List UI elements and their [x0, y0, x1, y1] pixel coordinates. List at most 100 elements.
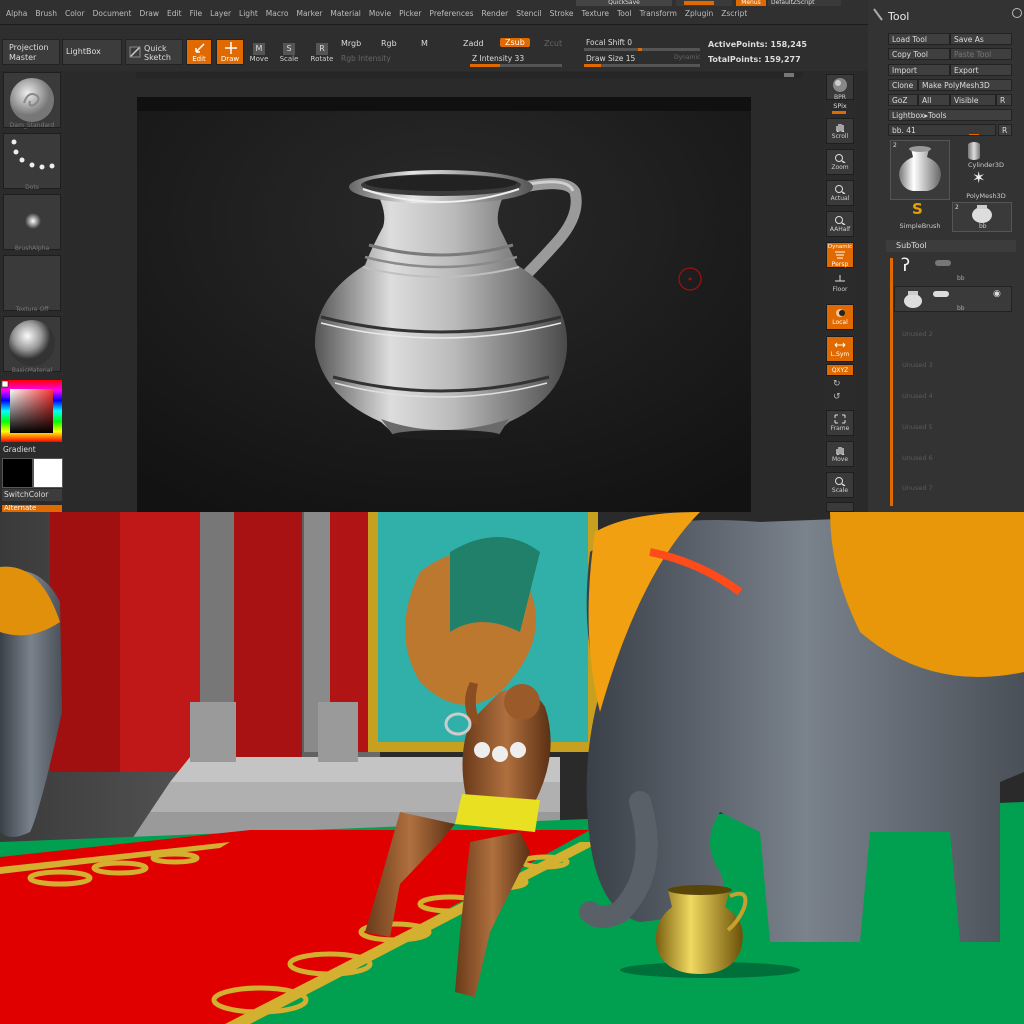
tool-slider[interactable]: bb. 41	[888, 124, 996, 136]
projection-master-button[interactable]: Projection Master	[2, 39, 60, 65]
tool-r-button[interactable]: R	[998, 124, 1012, 136]
scroll-button[interactable]: Scroll	[826, 118, 854, 144]
rotate-y-icon[interactable]: ↻	[833, 379, 841, 389]
subtool-eye-icon[interactable]: ◉	[993, 289, 1001, 299]
menu-item-marker[interactable]: Marker	[292, 9, 326, 18]
mrgb-button[interactable]: Mrgb	[341, 39, 361, 48]
move-button[interactable]: M Move	[248, 43, 270, 63]
polymesh-star-icon[interactable]: ✶	[972, 170, 985, 186]
menu-item-material[interactable]: Material	[326, 9, 364, 18]
document-scrollbar[interactable]	[136, 72, 802, 78]
goz-button[interactable]: GoZ	[888, 94, 918, 106]
quick-sketch-button[interactable]: Quick Sketch	[125, 39, 183, 65]
gradient-label[interactable]: Gradient	[3, 445, 36, 454]
cylinder-thumb-icon[interactable]	[968, 142, 980, 160]
rotate-button[interactable]: R Rotate	[310, 43, 334, 63]
save-as-button[interactable]: Save As	[950, 33, 1012, 45]
goz-r-button[interactable]: R	[996, 94, 1012, 106]
paste-tool-button[interactable]: Paste Tool	[950, 48, 1012, 60]
menu-item-file[interactable]: File	[186, 9, 207, 18]
bpr-button[interactable]: BPR	[826, 74, 854, 101]
menu-item-brush[interactable]: Brush	[31, 9, 61, 18]
quicksave-button[interactable]: QuickSave	[576, 0, 672, 6]
rgb-intensity-slider[interactable]: Rgb Intensity	[341, 54, 391, 63]
spix-slider[interactable]	[832, 111, 846, 114]
menu-item-movie[interactable]: Movie	[365, 9, 395, 18]
m-button[interactable]: M	[421, 39, 428, 48]
document-canvas[interactable]	[137, 97, 751, 512]
scale-button[interactable]: S Scale	[278, 43, 300, 63]
persp-button[interactable]: Dynamic Persp	[826, 242, 854, 268]
menu-item-picker[interactable]: Picker	[395, 9, 425, 18]
subtool-header[interactable]: SubTool	[886, 240, 1016, 252]
clone-button[interactable]: Clone	[888, 79, 918, 91]
draw-button[interactable]: Draw	[216, 39, 244, 65]
subtool-item-bb[interactable]: ◉ bb	[894, 286, 1012, 312]
zadd-button[interactable]: Zadd	[463, 39, 484, 48]
focal-shift-slider[interactable]	[584, 48, 700, 51]
menu-item-macro[interactable]: Macro	[262, 9, 293, 18]
make-polymesh-button[interactable]: Make PolyMesh3D	[918, 79, 1012, 91]
secondary-color-swatch[interactable]	[2, 458, 33, 488]
menu-item-texture[interactable]: Texture	[578, 9, 613, 18]
menu-item-zplugin[interactable]: Zplugin	[681, 9, 717, 18]
menus-button[interactable]: Menus	[736, 0, 766, 6]
menu-item-edit[interactable]: Edit	[163, 9, 186, 18]
subtool-item-hook[interactable]: ʔ bb	[894, 255, 1012, 282]
switch-color-button[interactable]: SwitchColor	[2, 489, 62, 501]
document-scroll-thumb[interactable]	[784, 73, 794, 77]
color-picker[interactable]	[1, 380, 62, 442]
rotate-z-icon[interactable]: ↺	[833, 392, 841, 402]
menu-item-alpha[interactable]: Alpha	[2, 9, 31, 18]
menu-item-color[interactable]: Color	[61, 9, 89, 18]
menu-item-preferences[interactable]: Preferences	[425, 9, 477, 18]
z-intensity-slider[interactable]	[470, 64, 562, 67]
jug-model-viewport[interactable]	[137, 97, 751, 512]
menu-item-tool[interactable]: Tool	[613, 9, 636, 18]
menu-item-document[interactable]: Document	[89, 9, 136, 18]
lsym-button[interactable]: L.Sym	[826, 336, 854, 362]
material-selector[interactable]	[3, 316, 61, 372]
menu-item-transform[interactable]: Transform	[636, 9, 681, 18]
zsub-button[interactable]: Zsub	[500, 38, 530, 47]
subtool-scrollbar[interactable]	[890, 258, 893, 506]
menu-item-layer[interactable]: Layer	[206, 9, 235, 18]
bb-tool-thumb[interactable]: 2 bb	[952, 202, 1012, 232]
aahalf-button[interactable]: AAHalf	[826, 211, 854, 237]
simplebrush-icon[interactable]: S	[912, 202, 923, 217]
draw-size-slider[interactable]	[584, 64, 700, 67]
current-tool-thumb[interactable]: 2	[890, 140, 950, 200]
load-tool-button[interactable]: Load Tool	[888, 33, 950, 45]
import-button[interactable]: Import	[888, 64, 950, 76]
xyz-button[interactable]: QXYZ	[826, 364, 854, 376]
export-button[interactable]: Export	[950, 64, 1012, 76]
rgb-button[interactable]: Rgb	[381, 39, 397, 48]
palette-close-icon[interactable]	[1012, 8, 1022, 18]
zcut-button[interactable]: Zcut	[544, 39, 562, 48]
goz-all-button[interactable]: All	[918, 94, 950, 106]
rotate-view-button[interactable]	[826, 502, 854, 512]
menu-item-render[interactable]: Render	[478, 9, 513, 18]
actual-button[interactable]: Actual	[826, 180, 854, 206]
primary-color-swatch[interactable]	[33, 458, 63, 488]
lightbox-tools-button[interactable]: Lightbox▸Tools	[888, 109, 1012, 121]
subtool-toggle-icon[interactable]	[935, 260, 951, 266]
goz-visible-button[interactable]: Visible	[950, 94, 996, 106]
subtool-visibility-icon[interactable]	[933, 291, 949, 297]
top-slider[interactable]	[676, 0, 732, 6]
menu-item-light[interactable]: Light	[235, 9, 262, 18]
texture-selector[interactable]	[3, 255, 61, 311]
stroke-selector[interactable]	[3, 133, 61, 189]
menu-item-zscript[interactable]: Zscript	[717, 9, 751, 18]
frame-button[interactable]: Frame	[826, 410, 854, 436]
local-button[interactable]: Local	[826, 304, 854, 330]
alpha-selector[interactable]	[3, 194, 61, 250]
zoom-button[interactable]: Zoom	[826, 149, 854, 175]
dynamic-label[interactable]: Dynamic	[674, 54, 700, 61]
menu-item-stencil[interactable]: Stencil	[512, 9, 545, 18]
menu-item-draw[interactable]: Draw	[135, 9, 163, 18]
copy-tool-button[interactable]: Copy Tool	[888, 48, 950, 60]
floor-button[interactable]: Floor	[826, 272, 854, 298]
edit-button[interactable]: Edit	[186, 39, 212, 65]
brush-selector[interactable]	[3, 72, 61, 128]
